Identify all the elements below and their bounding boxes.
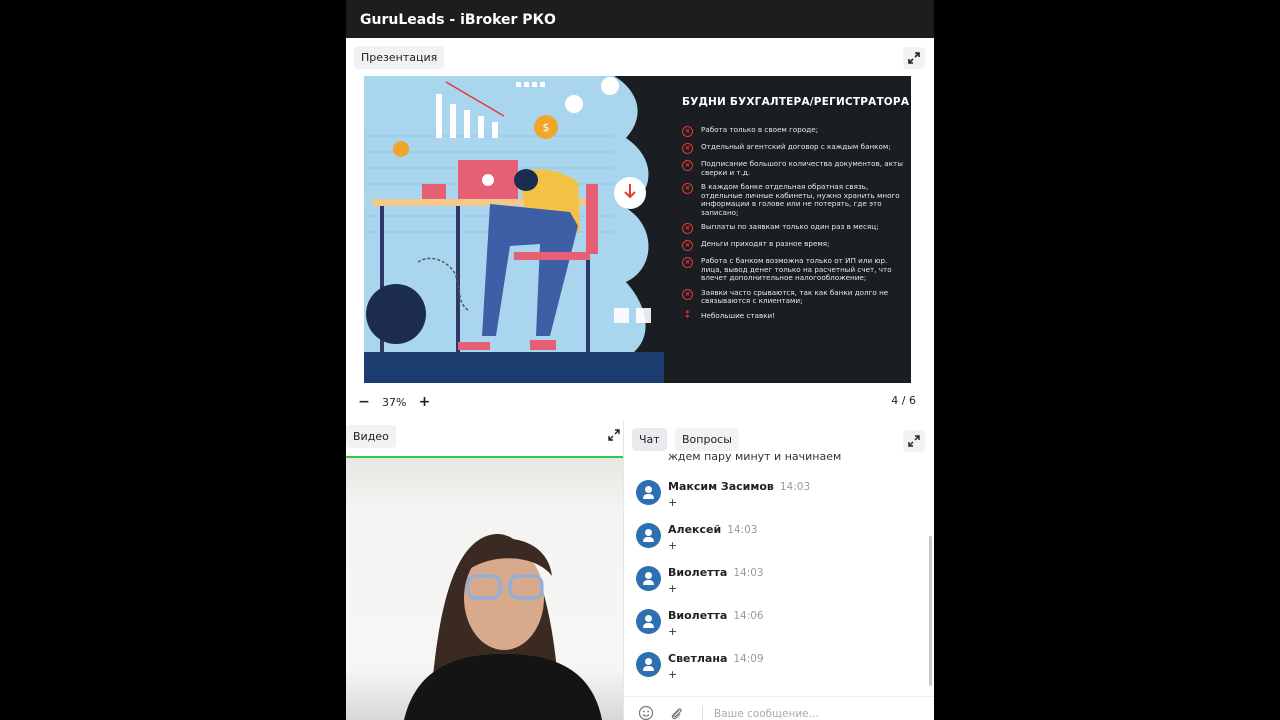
slide-title: БУДНИ БУХГАЛТЕРА/РЕГИСТРАТОРА — [682, 96, 910, 108]
page-current: 4 — [891, 394, 899, 407]
chat-scrollbar[interactable] — [929, 536, 932, 686]
slide-bullet: ⁑ Небольшие ставки! — [682, 309, 904, 323]
cross-icon: × — [682, 160, 693, 171]
message-time: 14:03 — [727, 524, 758, 536]
page-indicator: 4 / 6 — [891, 394, 916, 407]
expand-chat-button[interactable] — [903, 430, 925, 452]
tab-video[interactable]: Видео — [346, 425, 396, 448]
coin-symbol: $ — [543, 121, 550, 134]
cross-icon: × — [682, 223, 693, 234]
presentation-panel: Презентация $ БУДНИ БУХГАЛТЕРА/РЕГИСТРАТ… — [346, 38, 934, 420]
slide-bullet: × Подписание большого количества документ… — [682, 159, 904, 177]
slide-bullet: × Деньги приходят в разное время; — [682, 239, 904, 251]
message-time: 14:06 — [733, 610, 764, 622]
message-time: 14:03 — [733, 567, 764, 579]
cross-icon: × — [682, 126, 693, 137]
slide-bullet: × В каждом банке отдельная обратная связь… — [682, 182, 904, 217]
video-panel: Видео — [346, 420, 623, 720]
expand-video-button[interactable] — [608, 428, 620, 446]
app-title: GuruLeads - iBroker РКО — [346, 0, 934, 38]
chat-panel: Чат Вопросы ждем пару минут и начинаем М… — [623, 420, 934, 720]
zoom-in-button[interactable]: + — [414, 394, 434, 410]
emoji-icon[interactable] — [638, 705, 654, 720]
bullet-text: В каждом банке отдельная обратная связь,… — [701, 182, 900, 217]
bullet-text: Подписание большого количества документо… — [701, 159, 903, 177]
zoom-controls: − 37% + — [354, 394, 434, 410]
message-author: Виолетта 14:03 — [668, 566, 764, 579]
cross-icon: × — [682, 257, 693, 268]
bullet-text: Отдельный агентский договор с каждым бан… — [701, 142, 891, 151]
zoom-out-button[interactable]: − — [354, 394, 374, 410]
bullet-text: Небольшие ставки! — [701, 310, 776, 320]
page-total: 6 — [909, 394, 916, 407]
bullet-text: Работа с банком возможна только от ИП ил… — [701, 256, 892, 282]
chat-compose-bar: Ваше сообщение... — [624, 696, 934, 720]
chat-message-input[interactable]: Ваше сообщение... — [714, 708, 819, 720]
author-name: Светлана — [668, 652, 728, 665]
message-author: Виолетта 14:06 — [668, 609, 764, 622]
user-avatar-icon — [636, 480, 661, 505]
slide-bullet: × Работа с банком возможна только от ИП и… — [682, 256, 904, 283]
tab-presentation[interactable]: Презентация — [354, 46, 445, 69]
message-text: + — [668, 496, 678, 509]
double-cross-icon: ⁑ — [684, 309, 691, 321]
webinar-app: GuruLeads - iBroker РКО Презентация $ БУ… — [346, 0, 934, 720]
video-feed[interactable] — [346, 458, 623, 720]
message-text: + — [668, 668, 678, 681]
bullet-text: Выплаты по заявкам только один раз в мес… — [701, 222, 879, 231]
bullet-text: Работа только в своем городе; — [701, 125, 819, 134]
slide-bullet: × Отдельный агентский договор с каждым ба… — [682, 142, 904, 154]
message-author: Алексей 14:03 — [668, 523, 757, 536]
tab-chat[interactable]: Чат — [632, 428, 667, 451]
message-text: + — [668, 625, 678, 638]
user-avatar-icon — [636, 566, 661, 591]
accountant-illustration: $ — [364, 76, 664, 383]
cross-icon: × — [682, 240, 693, 251]
attachment-icon[interactable] — [668, 705, 684, 720]
bullet-text: Деньги приходят в разное время; — [701, 239, 830, 248]
presentation-slide: $ БУДНИ БУХГАЛТЕРА/РЕГИСТРАТОРА × Работа… — [364, 76, 911, 383]
expand-presentation-button[interactable] — [903, 47, 925, 69]
message-time: 14:03 — [779, 481, 811, 493]
chat-message-list: ждем пару минут и начинаем Максим Засимо… — [624, 454, 928, 696]
user-avatar-icon — [636, 609, 661, 634]
page-separator: / — [901, 394, 906, 407]
presenter-image — [404, 533, 602, 720]
user-avatar-icon — [636, 652, 661, 677]
author-name: Максим Засимов — [668, 480, 774, 493]
cross-icon: × — [682, 183, 693, 194]
compose-divider — [702, 706, 703, 720]
author-name: Алексей — [668, 523, 722, 536]
partial-message-text: ждем пару минут и начинаем — [668, 454, 842, 463]
user-avatar-icon — [636, 523, 661, 548]
tab-questions[interactable]: Вопросы — [675, 428, 739, 451]
slide-bullet: × Выплаты по заявкам только один раз в ме… — [682, 222, 904, 234]
message-text: + — [668, 539, 678, 552]
bullet-text: Заявки часто срываются, так как банки до… — [701, 287, 889, 305]
cross-icon: × — [682, 288, 693, 300]
slide-bullet: × Заявки часто срываются, так как банки д… — [682, 287, 904, 306]
cross-icon: × — [682, 143, 693, 154]
author-name: Виолетта — [668, 609, 728, 622]
message-author: Максим Засимов 14:03 — [668, 480, 810, 493]
message-time: 14:09 — [733, 653, 764, 665]
expand-icon — [908, 435, 920, 447]
message-author: Светлана 14:09 — [668, 652, 764, 665]
expand-icon — [608, 429, 620, 441]
message-text: + — [668, 582, 678, 595]
author-name: Виолетта — [668, 566, 728, 579]
expand-icon — [908, 52, 920, 64]
zoom-level: 37% — [382, 395, 407, 409]
slide-bullet-list: × Работа только в своем городе; × Отдельны… — [682, 125, 904, 329]
slide-bullet: × Работа только в своем городе; — [682, 125, 904, 137]
